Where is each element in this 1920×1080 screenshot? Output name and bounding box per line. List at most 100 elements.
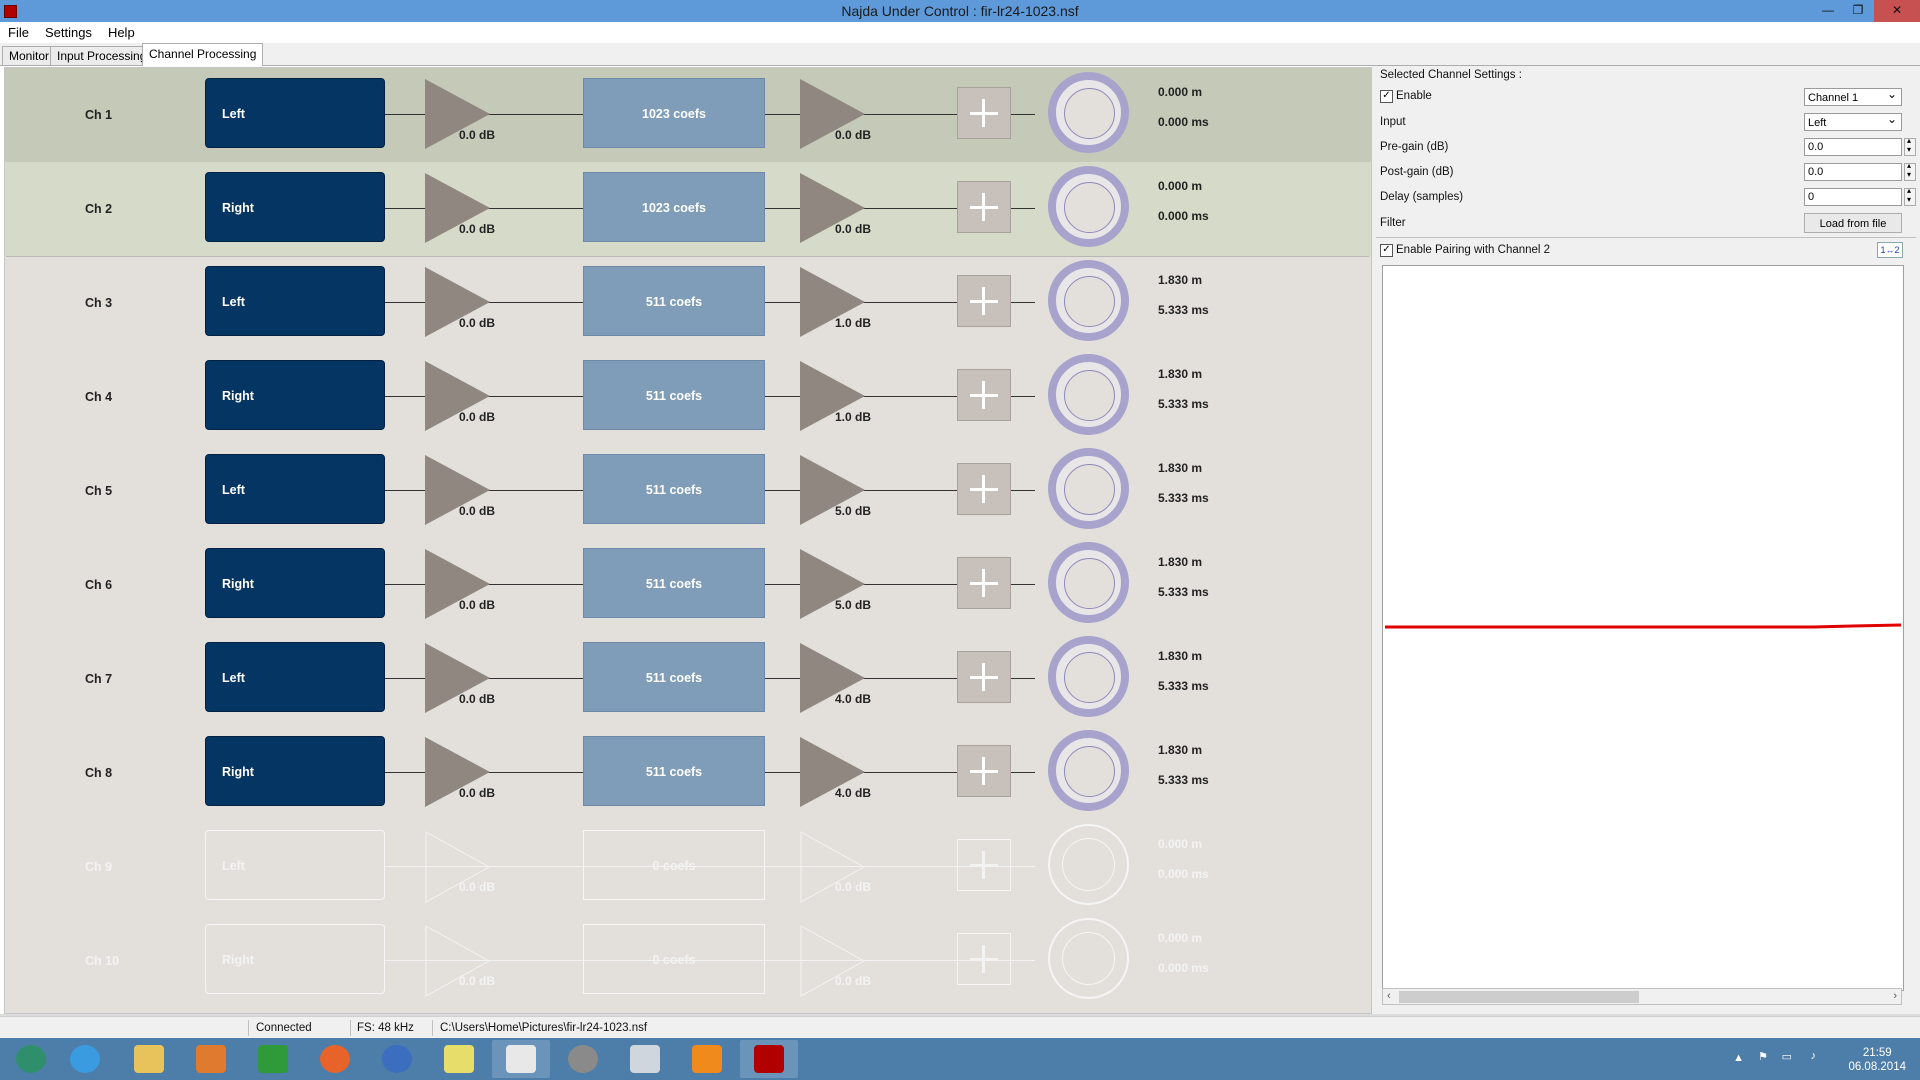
fir-filter-box[interactable]: 511 coefs [583,642,765,712]
output-speaker-icon[interactable] [1048,448,1129,529]
start-button[interactable] [2,1040,60,1078]
taskbar-files[interactable] [430,1040,488,1078]
post-gain-value: 4.0 dB [835,786,872,800]
channel-row[interactable]: Ch 6 Right 0.0 dB 511 coefs 5.0 dB 1.830… [5,538,1371,632]
menu-file[interactable]: File [0,22,37,43]
taskbar-store[interactable] [244,1040,302,1078]
postgain-spinner[interactable] [1904,161,1916,181]
status-divider [350,1020,351,1036]
output-speaker-icon[interactable] [1048,72,1129,153]
fir-filter-box[interactable]: 0 coefs [583,924,765,994]
pair-swap-button[interactable]: 1↔2 [1877,242,1903,258]
minimize-button[interactable]: — [1814,0,1842,22]
input-source-box[interactable]: Left [205,266,385,336]
enable-checkbox[interactable]: ✓ [1380,90,1393,103]
summer-plus-icon[interactable] [957,463,1011,515]
output-speaker-icon[interactable] [1048,354,1129,435]
output-speaker-icon[interactable] [1048,918,1129,999]
output-speaker-icon[interactable] [1048,636,1129,717]
scroll-left-icon[interactable]: ‹ [1387,989,1391,1004]
tab-channel-processing[interactable]: Channel Processing [142,43,264,66]
pregain-spinner[interactable] [1904,136,1916,156]
restore-button[interactable]: ❐ [1844,0,1872,22]
channel-row[interactable]: Ch 3 Left 0.0 dB 511 coefs 1.0 dB 1.830 … [5,256,1371,350]
tray-arrow-icon[interactable]: ▲ [1733,1052,1744,1064]
delay-spinner[interactable] [1904,186,1916,206]
fir-filter-box[interactable]: 511 coefs [583,548,765,618]
channel-row[interactable]: Ch 10 Right 0.0 dB 0 coefs 0.0 dB 0.000 … [5,914,1371,1008]
menu-help[interactable]: Help [100,22,143,43]
input-source-box[interactable]: Right [205,172,385,242]
summer-plus-icon[interactable] [957,745,1011,797]
summer-plus-icon[interactable] [957,275,1011,327]
input-source-box[interactable]: Right [205,736,385,806]
taskbar-document[interactable] [616,1040,674,1078]
fir-filter-box[interactable]: 1023 coefs [583,78,765,148]
app-window-icon [506,1045,536,1073]
taskbar-thunderbird[interactable] [368,1040,426,1078]
summer-plus-icon[interactable] [957,557,1011,609]
tab-input-processing[interactable]: Input Processing [50,46,154,65]
channel-row[interactable]: Ch 4 Right 0.0 dB 511 coefs 1.0 dB 1.830… [5,350,1371,444]
fir-filter-box[interactable]: 0 coefs [583,830,765,900]
summer-plus-icon[interactable] [957,839,1011,891]
channel-row[interactable]: Ch 2 Right 0.0 dB 1023 coefs 0.0 dB 0.00… [5,162,1371,256]
output-speaker-icon[interactable] [1048,824,1129,905]
scroll-right-icon[interactable]: › [1893,989,1897,1004]
fir-filter-box[interactable]: 511 coefs [583,736,765,806]
output-speaker-icon[interactable] [1048,542,1129,623]
summer-plus-icon[interactable] [957,369,1011,421]
taskbar-ie[interactable] [56,1040,114,1078]
taskbar-explorer[interactable] [120,1040,178,1078]
input-source-label: Left [222,859,245,873]
plot-horizontal-scrollbar[interactable]: ‹ › [1382,988,1902,1005]
delay-distance: 1.830 m [1158,649,1203,663]
taskbar-media[interactable] [182,1040,240,1078]
scroll-thumb[interactable] [1399,991,1639,1003]
flag-icon[interactable]: ⚑ [1758,1050,1768,1063]
summer-plus-icon[interactable] [957,933,1011,985]
channel-row[interactable]: Ch 9 Left 0.0 dB 0 coefs 0.0 dB 0.000 m … [5,820,1371,914]
input-source-box[interactable]: Left [205,78,385,148]
input-source-box[interactable]: Left [205,642,385,712]
channel-row[interactable]: Ch 5 Left 0.0 dB 511 coefs 5.0 dB 1.830 … [5,444,1371,538]
input-source-box[interactable]: Left [205,454,385,524]
taskbar-ki[interactable] [678,1040,736,1078]
input-select[interactable]: Left [1804,110,1902,131]
summer-plus-icon[interactable] [957,87,1011,139]
fir-filter-box[interactable]: 511 coefs [583,360,765,430]
input-source-box[interactable]: Right [205,360,385,430]
pregain-input[interactable]: 0.0 [1804,138,1902,156]
fir-filter-box[interactable]: 1023 coefs [583,172,765,242]
input-source-box[interactable]: Right [205,548,385,618]
channel-select[interactable]: Channel 1 [1804,85,1902,106]
clock[interactable]: 21:59 06.08.2014 [1848,1046,1906,1074]
fir-filter-box[interactable]: 511 coefs [583,266,765,336]
volume-icon[interactable]: ♪ [1811,1050,1817,1062]
channel-row[interactable]: Ch 8 Right 0.0 dB 511 coefs 4.0 dB 1.830… [5,726,1371,820]
summer-plus-icon[interactable] [957,181,1011,233]
input-source-box[interactable]: Left [205,830,385,900]
input-source-box[interactable]: Right [205,924,385,994]
output-speaker-icon[interactable] [1048,730,1129,811]
pairing-checkbox[interactable]: ✓ [1380,244,1393,257]
output-speaker-icon[interactable] [1048,166,1129,247]
menu-settings[interactable]: Settings [37,22,100,43]
taskbar-tool[interactable] [554,1040,612,1078]
taskbar-najda[interactable] [740,1040,798,1078]
taskbar-firefox[interactable] [306,1040,364,1078]
taskbar-app[interactable] [492,1040,550,1078]
tab-monitor[interactable]: Monitor [2,46,57,65]
delay-input[interactable]: 0 [1804,188,1902,206]
close-button[interactable]: ✕ [1874,0,1920,22]
channel-row[interactable]: Ch 7 Left 0.0 dB 511 coefs 4.0 dB 1.830 … [5,632,1371,726]
summer-plus-icon[interactable] [957,651,1011,703]
input-source-label: Left [222,107,245,121]
network-icon[interactable]: ▭ [1782,1050,1792,1063]
channel-row[interactable]: Ch 1 Left 0.0 dB 1023 coefs 0.0 dB 0.000… [5,68,1371,162]
fir-filter-box[interactable]: 511 coefs [583,454,765,524]
delay-time: 0.000 ms [1158,209,1209,223]
postgain-input[interactable]: 0.0 [1804,163,1902,181]
output-speaker-icon[interactable] [1048,260,1129,341]
load-from-file-button[interactable]: Load from file [1804,213,1902,233]
